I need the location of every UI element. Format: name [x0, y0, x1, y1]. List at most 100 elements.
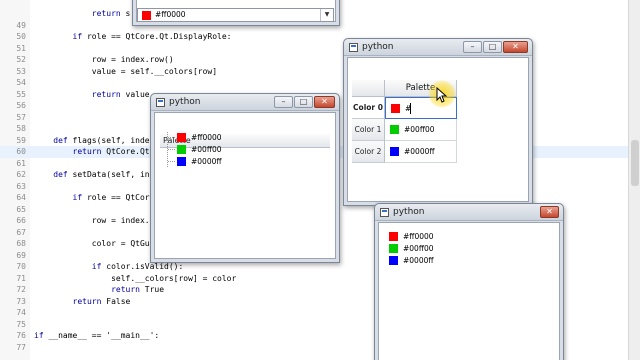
text-caret: [410, 103, 411, 114]
line-number: 65: [16, 204, 26, 214]
chevron-down-icon[interactable]: ▼: [320, 9, 333, 21]
table-window-body: Palette Color 0 # Color 1 #00ff00 Color 2 #00…: [347, 57, 529, 202]
combo-color-swatch: [142, 11, 151, 20]
line-number: 53: [16, 66, 26, 76]
table-row-header[interactable]: Color 2: [352, 141, 385, 163]
table-row-header[interactable]: Color 0: [352, 97, 385, 119]
color-swatch: [389, 256, 398, 265]
cell-value: #0000ff: [404, 147, 435, 156]
line-number: 70: [16, 262, 26, 271]
color-label: #00ff00: [191, 145, 222, 154]
cell-value: #00ff00: [404, 125, 435, 134]
scrollbar-thumb[interactable]: [631, 140, 639, 186]
code-text[interactable]: if role == QtCor: [34, 192, 150, 204]
bottom-window-body: #ff0000 #00ff00 #0000ff: [378, 222, 560, 360]
color-swatch: [390, 147, 399, 156]
code-line[interactable]: 50 if role == QtCore.Qt.DisplayRole:: [0, 31, 640, 43]
line-number: 62: [16, 170, 26, 179]
color-swatch: [391, 104, 400, 113]
line-number: 67: [16, 227, 26, 237]
table-row-header[interactable]: Color 1: [352, 119, 385, 141]
python-window-icon: [380, 208, 389, 217]
line-number: 55: [16, 89, 26, 99]
code-text[interactable]: color = QtGu: [34, 238, 150, 250]
color-label: #00ff00: [403, 244, 434, 253]
combo-list-window: python ✕ #ff0000 #00ff00 #0000ff: [374, 203, 564, 360]
tree-branch-line: [167, 156, 175, 167]
line-number: 73: [16, 296, 26, 306]
line-number: 68: [16, 239, 26, 248]
line-number: 56: [16, 101, 26, 110]
maximize-button[interactable]: □: [294, 96, 313, 108]
list-window-body: Palette #ff0000#00ff00#0000ff: [154, 112, 336, 259]
minimize-button[interactable]: –: [274, 96, 293, 108]
line-number: 50: [16, 32, 26, 41]
list-window-titlebar[interactable]: python – □ ✕: [151, 94, 339, 111]
code-text[interactable]: return False: [34, 296, 131, 308]
code-line[interactable]: 51: [0, 43, 640, 55]
line-number: 63: [16, 181, 26, 191]
color-swatch: [177, 157, 186, 166]
line-number: 57: [16, 112, 26, 122]
line-number: 60: [16, 147, 26, 156]
table-cell[interactable]: #00ff00: [385, 119, 457, 141]
line-number: 59: [16, 135, 26, 145]
line-number: 61: [16, 158, 26, 168]
code-text[interactable]: self.__colors[row] = color: [34, 273, 236, 285]
code-line[interactable]: 54: [0, 77, 640, 89]
close-button[interactable]: ✕: [314, 96, 335, 108]
tree-branch-line: [167, 144, 175, 155]
line-number: 64: [16, 193, 26, 202]
combo-value: #ff0000: [155, 10, 186, 19]
code-text[interactable]: row = index.: [34, 215, 150, 227]
maximize-button[interactable]: □: [483, 41, 502, 53]
code-line[interactable]: 53 value = self.__colors[row]: [0, 66, 640, 78]
line-number: 54: [16, 78, 26, 87]
code-text[interactable]: value = self.__colors[row]: [34, 66, 217, 78]
code-text[interactable]: return s: [34, 8, 131, 20]
table-window-title: python: [362, 42, 394, 52]
list-view-window: python – □ ✕ Palette #ff0000#00ff00#0000…: [150, 93, 340, 263]
line-number: 51: [16, 43, 26, 53]
table-cell[interactable]: #0000ff: [385, 141, 457, 163]
color-swatch: [390, 125, 399, 134]
python-window-icon: [349, 43, 358, 52]
close-button[interactable]: ✕: [503, 41, 528, 53]
list-window-title: python: [169, 97, 201, 107]
color-swatch: [177, 133, 186, 142]
line-number: 75: [16, 319, 26, 329]
color-label: #0000ff: [191, 157, 222, 166]
line-number: 69: [16, 250, 26, 260]
code-text[interactable]: def flags(self, inde: [34, 135, 149, 147]
color-label: #ff0000: [191, 133, 222, 142]
code-line[interactable]: 52 row = index.row(): [0, 54, 640, 66]
code-text[interactable]: row = index.row(): [34, 54, 174, 66]
line-number: 58: [16, 124, 26, 133]
bottom-window-title: python: [393, 207, 425, 217]
table-window-titlebar[interactable]: python – □ ✕: [344, 39, 532, 56]
code-text[interactable]: def setData(self, in: [34, 169, 149, 181]
color-swatch: [177, 145, 186, 154]
line-number: 72: [16, 285, 26, 294]
line-number: 71: [16, 273, 26, 283]
line-number: 76: [16, 331, 26, 340]
editor-scrollbar[interactable]: [628, 0, 640, 360]
line-number: 77: [16, 342, 26, 352]
color-combobox[interactable]: #ff0000 ▼: [137, 8, 334, 22]
minimize-button[interactable]: –: [463, 41, 482, 53]
bottom-window-titlebar[interactable]: python ✕: [375, 204, 563, 221]
table-corner-button[interactable]: [352, 80, 385, 97]
code-text[interactable]: return True: [34, 284, 164, 296]
python-window-icon: [156, 98, 165, 107]
color-swatch: [389, 244, 398, 253]
code-text[interactable]: return QtCore.Qt: [34, 146, 150, 158]
code-text[interactable]: if role == QtCore.Qt.DisplayRole:: [34, 31, 232, 43]
mouse-cursor-icon: [436, 87, 448, 103]
code-text[interactable]: return value: [34, 89, 150, 101]
color-label: #ff0000: [403, 232, 434, 241]
line-number: 66: [16, 216, 26, 225]
table-view-window: python – □ ✕ Palette Color 0 # Color 1 #00f…: [343, 38, 533, 206]
code-text[interactable]: if __name__ == '__main__':: [34, 330, 159, 342]
tree-branch-line: [167, 132, 175, 143]
close-button[interactable]: ✕: [540, 206, 559, 218]
